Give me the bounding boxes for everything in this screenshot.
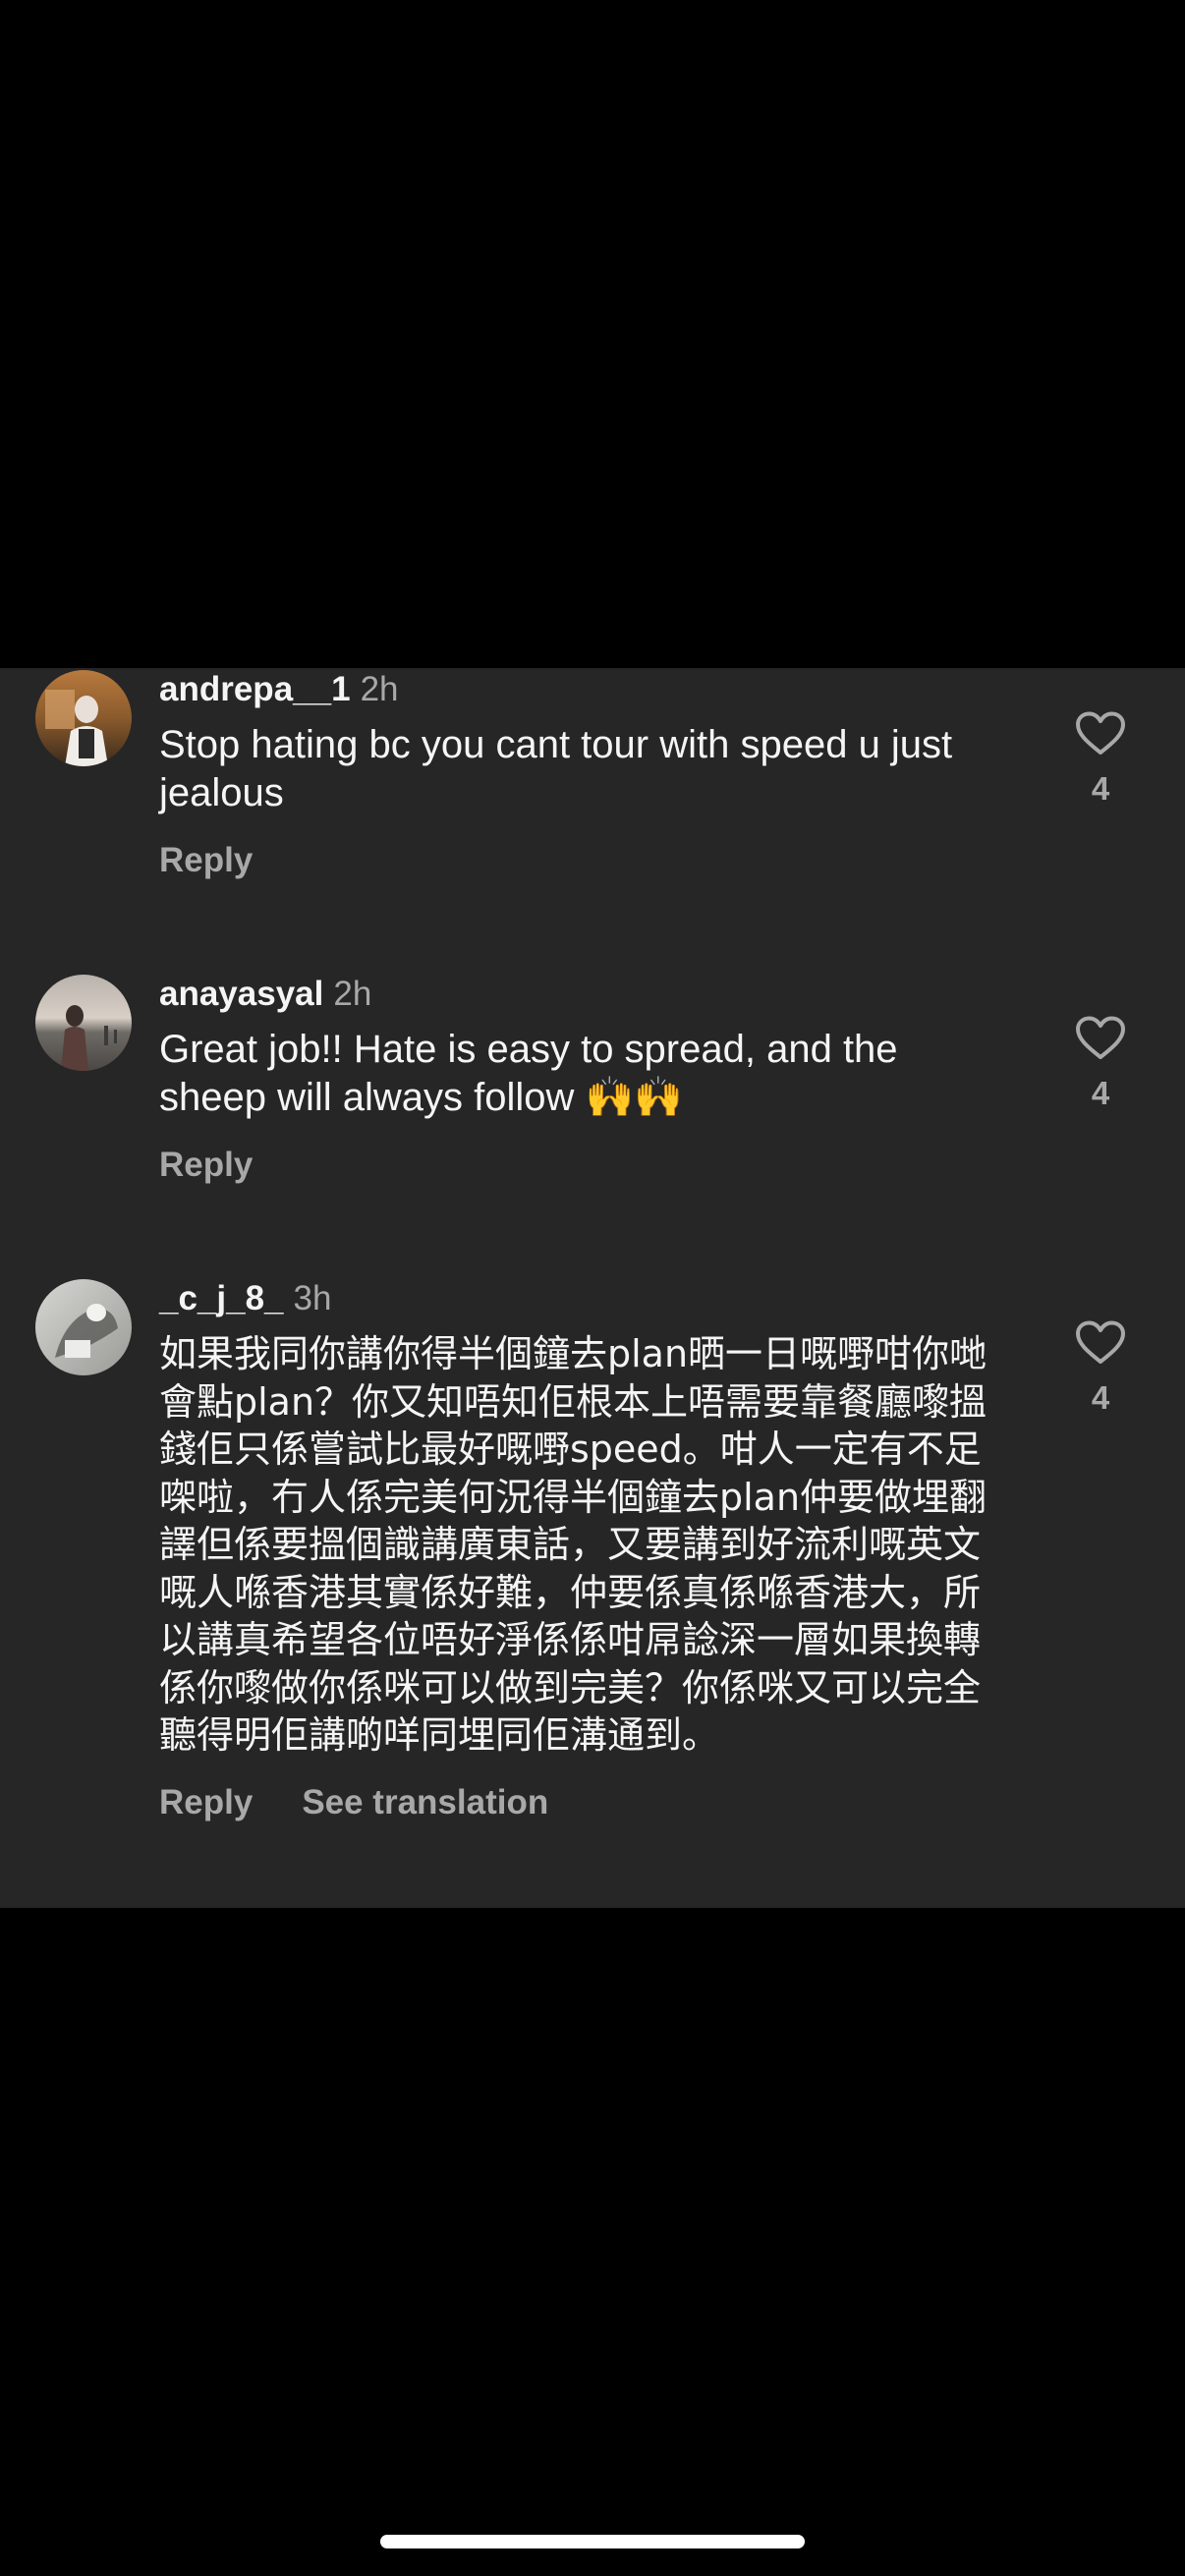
comment-text: Stop hating bc you cant tour with speed … (159, 723, 964, 814)
avatar[interactable] (35, 670, 132, 766)
comment-actions: Reply (159, 839, 1014, 882)
username[interactable]: andrepa__1 (159, 670, 351, 708)
comment-meta: andrepa__1 2h (159, 668, 1014, 711)
reply-button[interactable]: Reply (159, 841, 253, 879)
heart-outline-icon (1076, 1016, 1125, 1059)
comment-time: 3h (293, 1279, 332, 1317)
comment-text: Great job!! Hate is easy to spread, and … (159, 1028, 909, 1119)
username[interactable]: anayasyal (159, 975, 323, 1013)
comment-body: _c_j_8_ 3h 如果我同你講你得半個鐘去plan晒一日嘅嘢咁你哋會點plan… (159, 1277, 1014, 1824)
screen: andrepa__1 2h Stop hating bc you cant tou… (0, 0, 1185, 2576)
like-count: 4 (1091, 770, 1110, 807)
heart-outline-icon (1076, 1320, 1125, 1364)
avatar[interactable] (35, 975, 132, 1071)
like-count: 4 (1091, 1075, 1110, 1111)
comment-text: 如果我同你講你得半個鐘去plan晒一日嘅嘢咁你哋會點plan？你又知唔知佢根本上… (159, 1332, 988, 1757)
like-button[interactable]: 4 (1071, 1320, 1130, 1417)
heart-outline-icon (1076, 711, 1125, 755)
comment-meta: _c_j_8_ 3h (159, 1277, 1014, 1320)
comment-time: 2h (333, 975, 372, 1013)
avatar[interactable] (35, 1279, 132, 1375)
username[interactable]: _c_j_8_ (159, 1279, 284, 1317)
comment-meta: anayasyal 2h (159, 973, 1014, 1016)
like-count: 4 (1091, 1379, 1110, 1416)
comment-body: anayasyal 2h Great job!! Hate is easy to … (159, 973, 1014, 1187)
comment-time: 2h (360, 670, 399, 708)
like-button[interactable]: 4 (1071, 711, 1130, 808)
comment-actions: Reply See translation (159, 1781, 1014, 1824)
reply-button[interactable]: Reply (159, 1146, 253, 1184)
comments-panel: andrepa__1 2h Stop hating bc you cant tou… (0, 668, 1185, 1908)
see-translation-button[interactable]: See translation (302, 1783, 548, 1821)
comment-body: andrepa__1 2h Stop hating bc you cant tou… (159, 668, 1014, 882)
like-button[interactable]: 4 (1071, 1016, 1130, 1112)
comment-actions: Reply (159, 1144, 1014, 1187)
home-indicator[interactable] (380, 2535, 805, 2548)
reply-button[interactable]: Reply (159, 1783, 253, 1821)
